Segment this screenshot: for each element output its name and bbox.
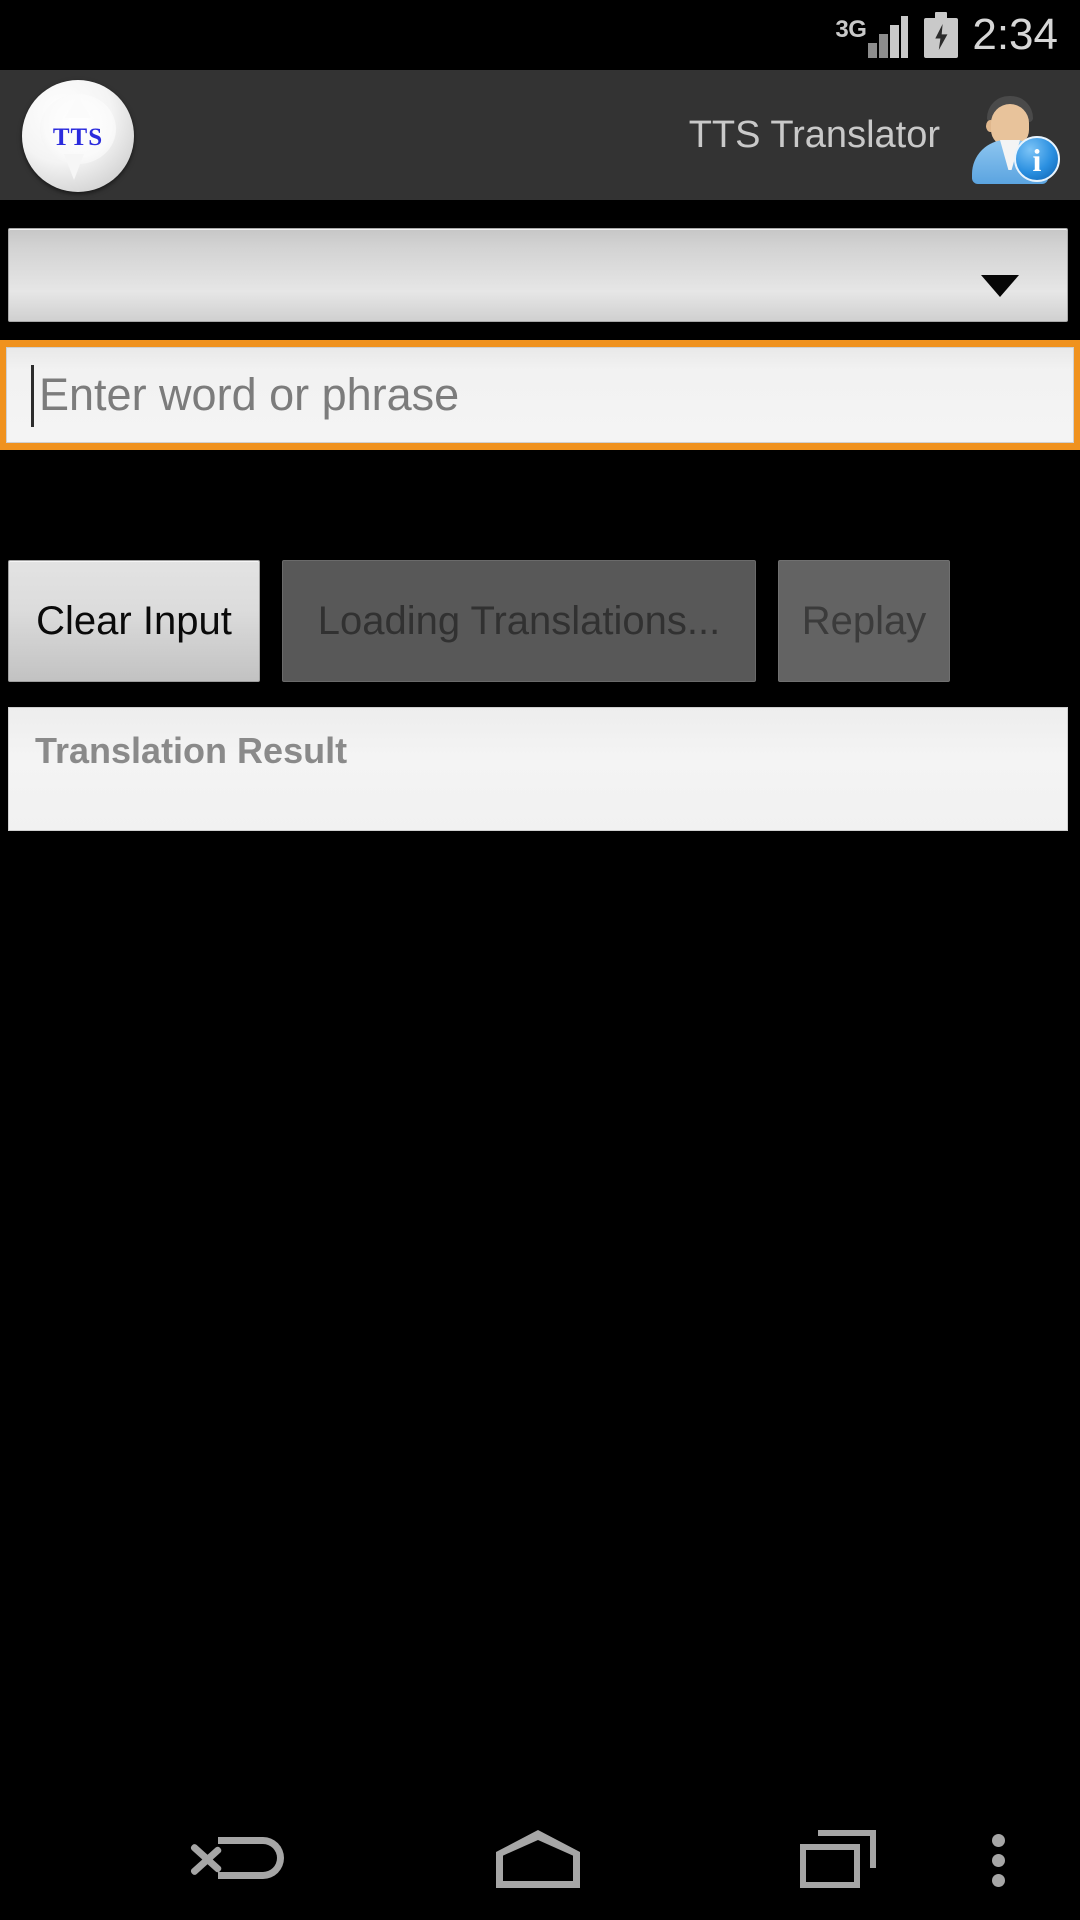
home-button[interactable] <box>448 1790 628 1920</box>
text-caret <box>31 365 34 427</box>
phrase-input[interactable]: Enter word or phrase <box>6 347 1074 443</box>
battery-charging-icon <box>924 12 959 58</box>
replay-button: Replay <box>778 560 950 682</box>
status-bar: 3G 2:34 <box>0 0 1080 70</box>
translate-button: Loading Translations... <box>282 560 756 682</box>
translation-result-panel[interactable]: Translation Result <box>8 707 1068 831</box>
recents-icon <box>800 1830 880 1888</box>
page-title: TTS Translator <box>688 113 940 156</box>
overflow-menu-icon <box>992 1834 1006 1887</box>
home-icon <box>496 1830 580 1888</box>
network-type-label: 3G <box>835 16 867 43</box>
translation-result-label: Translation Result <box>35 730 348 771</box>
phrase-input-placeholder: Enter word or phrase <box>39 369 460 420</box>
overflow-menu-button[interactable] <box>958 1790 1048 1920</box>
logo-label: TTS <box>52 124 104 151</box>
recents-button[interactable] <box>748 1790 928 1920</box>
tts-speech-bubble-logo[interactable]: TTS <box>22 80 134 192</box>
back-icon <box>190 1832 286 1882</box>
app-title-bar: TTS TTS Translator <box>0 70 1080 200</box>
network-indicator: 3G <box>835 12 909 58</box>
system-navigation-bar <box>0 1790 1080 1920</box>
user-info-avatar-icon[interactable] <box>962 96 1060 184</box>
action-button-row: Clear Input Loading Translations... Repl… <box>0 560 1080 682</box>
app-screen: 3G 2:34 TTS TTS Translator i Enter word … <box>0 0 1080 1920</box>
phrase-input-focus-frame: Enter word or phrase <box>0 340 1080 450</box>
language-spinner[interactable] <box>8 228 1068 322</box>
signal-bars-icon <box>868 16 909 58</box>
status-bar-clock: 2:34 <box>972 10 1058 59</box>
back-button[interactable] <box>148 1790 328 1920</box>
clear-input-button[interactable]: Clear Input <box>8 560 260 682</box>
dropdown-triangle-icon <box>981 275 1019 297</box>
